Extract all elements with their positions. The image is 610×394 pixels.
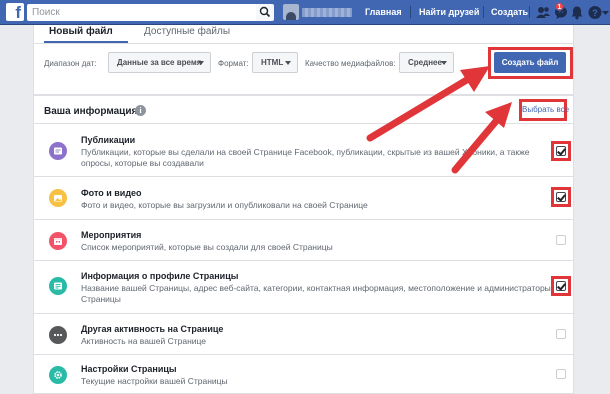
nav-create-link[interactable]: Создать: [491, 7, 528, 17]
chevron-down-icon: [198, 61, 204, 65]
svg-text:?: ?: [592, 8, 598, 18]
item-title: Публикации: [81, 135, 136, 145]
search-icon: [259, 6, 271, 18]
item-checkbox[interactable]: [556, 192, 566, 202]
media-quality-dropdown[interactable]: Среднее: [399, 52, 454, 73]
item-title: Фото и видео: [81, 188, 142, 198]
card-header: Ваша информация i Выбрать все: [34, 96, 573, 124]
item-checkbox[interactable]: [556, 146, 566, 156]
item-checkbox[interactable]: [556, 369, 566, 379]
your-information-card: Ваша информация i Выбрать все Публикации…: [33, 95, 574, 394]
photo-icon: [49, 189, 67, 207]
item-description: Текущие настройки вашей Страницы: [81, 376, 228, 386]
nav-divider: [529, 6, 530, 18]
item-description: Публикации, которые вы сделали на своей …: [81, 147, 530, 168]
date-range-label: Диапазон дат:: [44, 59, 97, 68]
item-checkbox[interactable]: [556, 281, 566, 291]
top-navigation-bar: f Поиск Главная Найти друзей Создать 1 ?: [0, 0, 610, 25]
search-input[interactable]: Поиск: [27, 4, 272, 21]
list-item[interactable]: Фото и видео Фото и видео, которые вы за…: [34, 178, 573, 220]
notifications-badge: 1: [555, 2, 564, 11]
item-description: Фото и видео, которые вы загрузили и опу…: [81, 200, 368, 210]
avatar[interactable]: [283, 4, 299, 20]
item-title: Настройки Страницы: [81, 364, 177, 374]
item-description: Список мероприятий, которые вы создали д…: [81, 242, 333, 252]
format-value: HTML: [261, 58, 284, 67]
item-title: Другая активность на Странице: [81, 324, 224, 334]
friend-requests-icon[interactable]: [535, 5, 551, 20]
format-label: Формат:: [218, 59, 249, 68]
create-file-button[interactable]: Создать файл: [494, 52, 566, 73]
chevron-down-icon: [285, 61, 291, 65]
post-icon: [49, 142, 67, 160]
item-checkbox[interactable]: [556, 235, 566, 245]
nav-divider: [483, 6, 484, 18]
media-quality-value: Среднее: [408, 58, 442, 67]
info-icon[interactable]: i: [135, 105, 146, 116]
list-item[interactable]: Мероприятия Список мероприятий, которые …: [34, 221, 573, 261]
profile-name-blurred[interactable]: [302, 8, 352, 17]
item-title: Информация о профиле Страницы: [81, 271, 239, 281]
search-button[interactable]: [256, 4, 274, 21]
list-item[interactable]: Публикации Публикации, которые вы сделал…: [34, 125, 573, 177]
chevron-down-icon: [441, 61, 447, 65]
tabs-divider: [34, 43, 573, 44]
account-menu-caret-icon[interactable]: [601, 5, 610, 20]
media-quality-label: Качество медиафайлов:: [305, 59, 396, 68]
date-range-value: Данные за все время: [117, 58, 202, 67]
item-checkbox[interactable]: [556, 329, 566, 339]
download-options-card: Новый файл Доступные файлы Диапазон дат:…: [33, 25, 574, 95]
select-all-link[interactable]: Выбрать все: [519, 99, 569, 121]
nav-divider: [410, 6, 411, 18]
date-range-dropdown[interactable]: Данные за все время: [108, 52, 211, 73]
profile-info-icon: [49, 277, 67, 295]
list-item[interactable]: Информация о профиле Страницы Название в…: [34, 262, 573, 314]
facebook-logo[interactable]: f: [6, 3, 24, 21]
tab-available-files[interactable]: Доступные файлы: [144, 26, 230, 37]
nav-home-link[interactable]: Главная: [365, 7, 402, 17]
tab-new-file[interactable]: Новый файл: [49, 26, 113, 37]
item-description: Название вашей Страницы, адрес веб-сайта…: [81, 283, 551, 304]
nav-find-friends-link[interactable]: Найти друзей: [419, 7, 479, 17]
list-item[interactable]: Настройки Страницы Текущие настройки ваш…: [34, 356, 573, 394]
calendar-icon: [49, 232, 67, 250]
section-title: Ваша информация: [44, 106, 138, 117]
format-dropdown[interactable]: HTML: [252, 52, 298, 73]
item-title: Мероприятия: [81, 230, 142, 240]
gear-icon: [49, 366, 67, 384]
notifications-bell-icon[interactable]: [569, 5, 585, 20]
item-description: Активность на вашей Странице: [81, 336, 207, 346]
more-icon: [49, 326, 67, 344]
list-item[interactable]: Другая активность на Странице Активность…: [34, 315, 573, 355]
